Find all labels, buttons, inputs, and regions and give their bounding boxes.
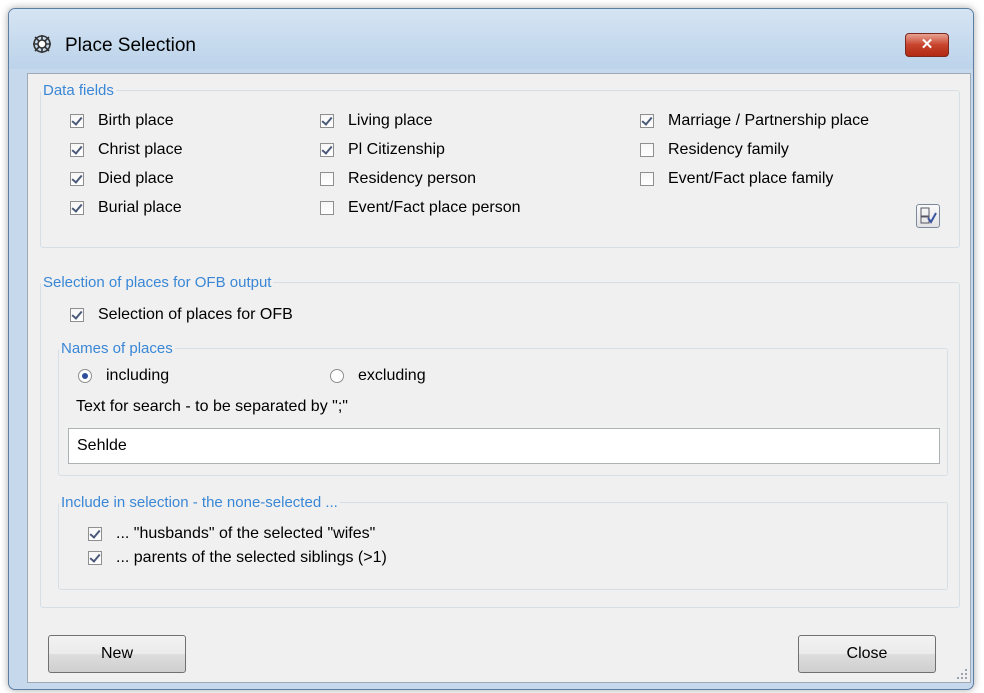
checkbox-husbands-of-selected-wifes[interactable]: ... "husbands" of the selected "wifes" [88,524,375,544]
checkbox-box[interactable] [320,114,334,128]
checkbox-label: Selection of places for OFB [98,306,293,323]
checkbox-label: Residency family [668,141,789,158]
checkbox-box[interactable] [70,143,84,157]
checkbox-box[interactable] [640,143,654,157]
checkbox-birth-place[interactable]: Birth place [70,111,174,131]
checkbox-selection-of-places-for-ofb[interactable]: Selection of places for OFB [70,305,293,325]
checkbox-label: Marriage / Partnership place [668,112,869,129]
data-fields-legend: Data fields [43,82,114,99]
checkbox-label: Birth place [98,112,174,129]
search-text-label: Text for search - to be separated by ";" [76,398,348,415]
checkbox-label: ... "husbands" of the selected "wifes" [116,525,376,542]
title-bar[interactable]: Place Selection ✕ [9,9,973,69]
checkbox-residency-person[interactable]: Residency person [320,169,476,189]
radio-label: excluding [358,367,426,384]
checkbox-label: Event/Fact place person [348,199,521,216]
new-button[interactable]: New [48,635,186,673]
checkbox-marriage-partnership-place[interactable]: Marriage / Partnership place [640,111,869,131]
checkbox-box[interactable] [70,308,84,322]
checkbox-died-place[interactable]: Died place [70,169,174,189]
checkbox-label: Died place [98,170,174,187]
checkbox-event-fact-place-family[interactable]: Event/Fact place family [640,169,833,189]
checkbox-label: Burial place [98,199,182,216]
radio-button[interactable] [330,369,344,383]
checkbox-burial-place[interactable]: Burial place [70,198,182,218]
radio-label: including [106,367,170,384]
checkbox-box[interactable] [640,114,654,128]
checkbox-residency-family[interactable]: Residency family [640,140,789,160]
checkbox-box[interactable] [88,551,102,565]
new-button-label: New [100,645,133,662]
radio-including[interactable]: including [78,366,169,386]
dialog-body: Data fields Birth place Christ place Die… [27,73,971,683]
checkbox-box[interactable] [640,172,654,186]
place-selection-window: Place Selection ✕ Data fields Birth plac… [8,8,974,690]
names-of-places-legend: Names of places [61,340,173,357]
include-in-selection-legend: Include in selection - the none-selected… [61,494,338,511]
checkbox-parents-of-selected-siblings[interactable]: ... parents of the selected siblings (>1… [88,548,387,568]
close-icon: ✕ [920,36,934,53]
toggle-check-icon [920,207,937,224]
checkbox-label: Christ place [98,141,183,158]
resize-grip-icon[interactable] [956,668,968,680]
checkbox-label: Living place [348,112,433,129]
checkbox-box[interactable] [88,527,102,541]
data-fields-group: Data fields [40,82,960,248]
app-icon [33,35,51,53]
checkbox-box[interactable] [70,114,84,128]
checkbox-label: ... parents of the selected siblings (>1… [116,549,387,566]
ofb-selection-legend: Selection of places for OFB output [43,274,272,291]
radio-excluding[interactable]: excluding [330,366,426,386]
close-button[interactable]: Close [798,635,936,673]
radio-button[interactable] [78,369,92,383]
window-title: Place Selection [65,35,196,56]
checkbox-label: Residency person [348,170,477,187]
checkbox-pl-citizenship[interactable]: Pl Citizenship [320,140,445,160]
search-text-input[interactable] [68,428,940,464]
checkbox-label: Event/Fact place family [668,170,834,187]
checkbox-box[interactable] [320,172,334,186]
checkbox-living-place[interactable]: Living place [320,111,433,131]
checkbox-label: Pl Citizenship [348,141,445,158]
checkbox-box[interactable] [70,172,84,186]
checkbox-christ-place[interactable]: Christ place [70,140,182,160]
toggle-all-button[interactable] [916,204,940,228]
checkbox-box[interactable] [70,201,84,215]
checkbox-box[interactable] [320,201,334,215]
checkbox-event-fact-place-person[interactable]: Event/Fact place person [320,198,521,218]
checkbox-box[interactable] [320,143,334,157]
window-close-button[interactable]: ✕ [905,33,949,57]
close-button-label: Close [846,645,888,662]
